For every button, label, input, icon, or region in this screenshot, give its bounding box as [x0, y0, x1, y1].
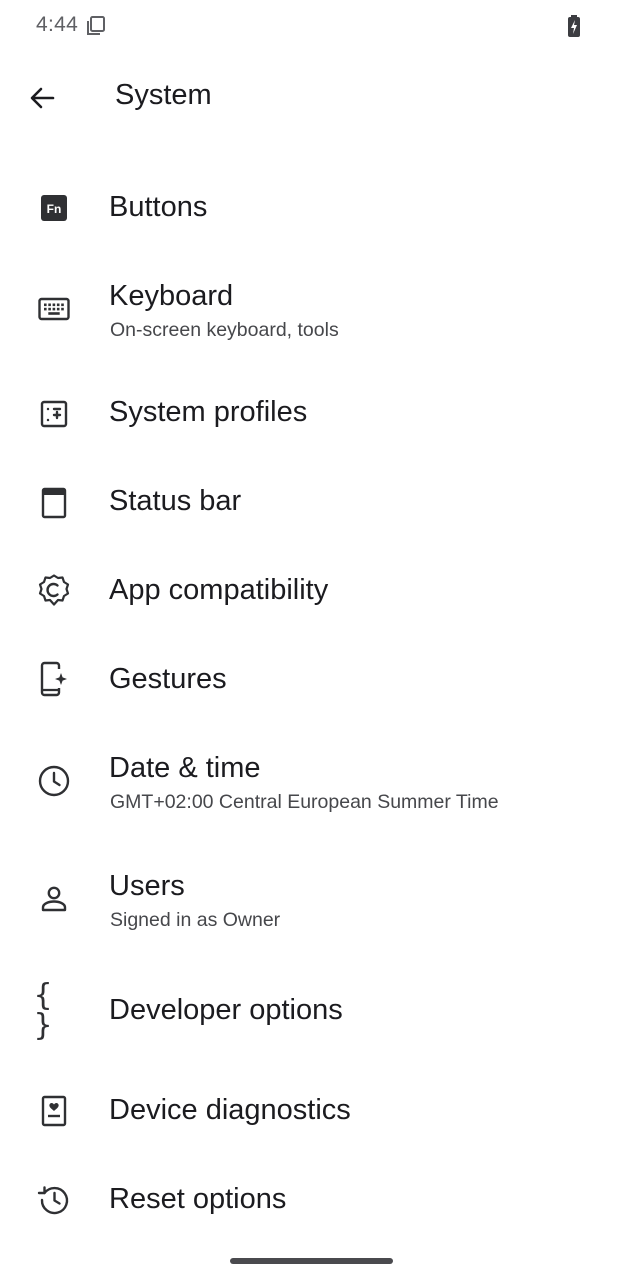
menu-item-developer-options[interactable]: { } Developer options — [0, 964, 623, 1060]
menu-item-title: Device diagnostics — [109, 1094, 351, 1126]
menu-item-summary: On-screen keyboard, tools — [110, 319, 339, 341]
menu-item-title: Users — [109, 870, 185, 902]
system-profiles-icon — [36, 396, 72, 432]
menu-item-title: Developer options — [109, 994, 343, 1026]
menu-item-device-diagnostics[interactable]: Device diagnostics — [0, 1064, 623, 1160]
keyboard-icon — [36, 291, 72, 327]
menu-item-title: Keyboard — [109, 280, 234, 312]
arrow-back-icon — [30, 87, 55, 109]
menu-item-summary: Signed in as Owner — [110, 909, 281, 931]
user-icon — [36, 881, 72, 917]
menu-item-system-profiles[interactable]: System profiles — [0, 366, 623, 462]
menu-item-summary: GMT+02:00 Central European Summer Time — [110, 791, 499, 813]
status-bar-icon — [36, 485, 72, 521]
menu-item-date-time[interactable]: Date & time GMT+02:00 Central European S… — [0, 734, 623, 834]
app-bar: System — [0, 54, 623, 140]
app-compatibility-icon — [36, 572, 72, 608]
history-icon — [36, 1182, 72, 1218]
menu-item-gestures[interactable]: Gestures — [0, 633, 623, 729]
menu-item-title: Buttons — [109, 191, 208, 223]
screenshot-notification-icon — [85, 15, 107, 37]
clock-icon — [36, 763, 72, 799]
menu-item-title: System profiles — [109, 396, 308, 428]
svg-text:Fn: Fn — [47, 202, 62, 216]
device-diagnostics-icon — [36, 1093, 72, 1129]
back-button[interactable] — [18, 74, 66, 122]
status-time: 4:44 — [36, 13, 79, 36]
fn-key-icon: Fn — [36, 190, 72, 226]
navigation-gesture-handle[interactable] — [230, 1258, 393, 1264]
menu-item-title: Reset options — [109, 1183, 287, 1215]
braces-glyph: { } — [34, 978, 57, 1043]
battery-charging-icon — [566, 14, 582, 38]
gestures-icon — [36, 661, 72, 697]
status-bar: 4:44 — [0, 0, 623, 54]
menu-item-title: Date & time — [109, 752, 261, 784]
menu-item-reset-options[interactable]: Reset options — [0, 1153, 623, 1249]
menu-item-status-bar[interactable]: Status bar — [0, 455, 623, 551]
braces-icon: { } — [34, 981, 76, 1041]
page-title: System — [115, 79, 212, 111]
menu-item-buttons[interactable]: Fn Buttons — [0, 160, 623, 256]
menu-item-title: Gestures — [109, 663, 227, 695]
menu-item-users[interactable]: Users Signed in as Owner — [0, 852, 623, 952]
system-settings-screen: 4:44 System Fn Buttons Keyboard On-scree… — [0, 0, 623, 1280]
menu-item-title: App compatibility — [109, 574, 329, 606]
menu-item-title: Status bar — [109, 485, 242, 517]
menu-item-app-compatibility[interactable]: App compatibility — [0, 544, 623, 640]
menu-item-keyboard[interactable]: Keyboard On-screen keyboard, tools — [0, 262, 623, 362]
